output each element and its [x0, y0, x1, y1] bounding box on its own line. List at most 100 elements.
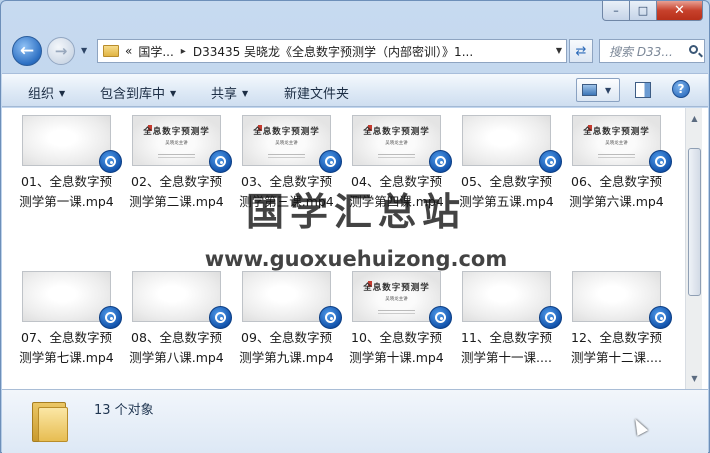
folder-icon [32, 398, 68, 442]
file-item[interactable]: 全息数字预测学 吴晓龙主讲 06、全息数字预 测学第六课.mp4 [564, 108, 672, 223]
close-button[interactable]: ✕ [657, 1, 703, 21]
video-thumbnail: 全息数字预测学 吴晓龙主讲 [242, 115, 331, 166]
file-item[interactable]: 08、全息数字预 测学第八课.mp4 [124, 264, 232, 379]
view-icon [582, 84, 597, 96]
share-menu[interactable]: 共享 ▼ [211, 83, 248, 102]
breadcrumb-current-folder[interactable]: D33435 吴晓龙《全息数字预测学（内部密训）》1... [193, 43, 473, 60]
help-icon[interactable]: ? [672, 80, 690, 98]
file-item[interactable]: 全息数字预测学吴晓龙主讲 10、全息数字预 测学第十课.mp4 [344, 264, 452, 379]
file-name: 04、全息数字预 测学第四课.mp4 [344, 172, 449, 212]
video-thumbnail [462, 271, 551, 322]
organize-label: 组织 [28, 87, 55, 102]
file-item[interactable]: 12、全息数字预 测学第十二课.... [564, 264, 672, 379]
slide-title: 全息数字预测学 [253, 127, 320, 137]
file-item[interactable]: 全息数字预测学 吴晓龙主讲 03、全息数字预 测学第三课.mp4 [234, 108, 342, 223]
video-player-icon [649, 150, 672, 173]
share-label: 共享 [211, 87, 238, 102]
video-thumbnail [22, 271, 111, 322]
include-in-library-menu[interactable]: 包含到库中 ▼ [100, 83, 176, 102]
slide-subtitle: 吴晓龙主讲 [385, 141, 408, 146]
file-item[interactable]: 09、全息数字预 测学第九课.mp4 [234, 264, 342, 379]
refresh-icon: ⇄ [575, 43, 587, 59]
video-thumbnail [572, 271, 661, 322]
address-dropdown-icon[interactable]: ▼ [556, 46, 562, 55]
video-player-icon [99, 150, 122, 173]
slide-subtitle: 吴晓龙主讲 [385, 297, 408, 302]
chevron-down-icon: ▼ [242, 89, 249, 98]
chevron-down-icon: ▼ [59, 89, 66, 98]
new-folder-button[interactable]: 新建文件夹 [284, 83, 349, 102]
refresh-button[interactable]: ⇄ [569, 39, 593, 63]
organize-menu[interactable]: 组织 ▼ [28, 83, 65, 102]
file-name-line2: 测学第一课.mp4 [19, 194, 114, 209]
scroll-up-icon[interactable]: ▲ [686, 110, 703, 127]
file-name-line1: 11、全息数字预 [461, 330, 552, 345]
file-name: 01、全息数字预 测学第一课.mp4 [14, 172, 119, 212]
video-player-icon [319, 150, 342, 173]
scrollbar-thumb[interactable] [688, 148, 701, 296]
search-placeholder: 搜索 D33... [609, 44, 673, 59]
breadcrumb-root[interactable]: 国学... [138, 43, 173, 60]
file-name-line1: 10、全息数字预 [351, 330, 442, 345]
change-view-button[interactable]: ▼ [576, 78, 620, 102]
caption-buttons: – □ ✕ [602, 1, 703, 21]
file-name: 12、全息数字预 测学第十二课.... [564, 328, 669, 368]
breadcrumb-separator-icon[interactable]: ▸ [181, 46, 186, 57]
file-name: 09、全息数字预 测学第九课.mp4 [234, 328, 339, 368]
preview-pane-icon[interactable] [635, 82, 651, 98]
forward-button[interactable]: → [47, 37, 75, 65]
slide-text-lines [158, 154, 195, 158]
file-name-line2: 测学第十二课.... [571, 350, 662, 365]
navigation-bar: ← → ▼ « 国学... ▸ D33435 吴晓龙《全息数字预测学（内部密训）… [1, 33, 709, 69]
slide-title: 全息数字预测学 [363, 283, 430, 293]
search-input[interactable]: 搜索 D33... [599, 39, 705, 63]
file-item[interactable]: 全息数字预测学 吴晓龙主讲 02、全息数字预 测学第二课.mp4 [124, 108, 232, 223]
include-library-label: 包含到库中 [100, 87, 166, 102]
file-name-line1: 04、全息数字预 [351, 174, 442, 189]
video-thumbnail [242, 271, 331, 322]
chevron-down-icon: ▼ [170, 89, 177, 98]
file-name-line1: 05、全息数字预 [461, 174, 552, 189]
video-player-icon [209, 306, 232, 329]
file-name: 11、全息数字预 测学第十一课.... [454, 328, 559, 368]
slide-text-lines [598, 154, 635, 158]
file-name-line1: 09、全息数字预 [241, 330, 332, 345]
search-icon[interactable] [689, 45, 698, 54]
back-button[interactable]: ← [12, 36, 42, 66]
minimize-button[interactable]: – [602, 1, 630, 21]
file-name: 07、全息数字预 测学第七课.mp4 [14, 328, 119, 368]
file-name-line2: 测学第三课.mp4 [239, 194, 334, 209]
file-name: 08、全息数字预 测学第八课.mp4 [124, 328, 229, 368]
file-name-line2: 测学第十一课.... [461, 350, 552, 365]
video-player-icon [99, 306, 122, 329]
video-player-icon [209, 150, 232, 173]
video-player-icon [539, 306, 562, 329]
address-overflow-chevron[interactable]: « [125, 44, 132, 58]
recent-pages-dropdown-icon[interactable]: ▼ [81, 46, 87, 55]
details-pane: 13 个对象 [2, 389, 708, 453]
file-item[interactable]: 07、全息数字预 测学第七课.mp4 [14, 264, 122, 379]
video-player-icon [539, 150, 562, 173]
file-name-line1: 07、全息数字预 [21, 330, 112, 345]
file-name-line1: 08、全息数字预 [131, 330, 222, 345]
file-name: 06、全息数字预 测学第六课.mp4 [564, 172, 669, 212]
address-bar[interactable]: « 国学... ▸ D33435 吴晓龙《全息数字预测学（内部密训）》1... … [97, 39, 567, 63]
slide-subtitle: 吴晓龙主讲 [165, 141, 188, 146]
file-item[interactable]: 全息数字预测学 吴晓龙主讲 04、全息数字预 测学第四课.mp4 [344, 108, 452, 223]
file-item[interactable]: 11、全息数字预 测学第十一课.... [454, 264, 562, 379]
file-name-line2: 测学第十课.mp4 [349, 350, 444, 365]
explorer-window: – □ ✕ ← → ▼ « 国学... ▸ D33435 吴晓龙《全息数字预测学… [0, 0, 710, 453]
command-bar: 组织 ▼ 包含到库中 ▼ 共享 ▼ 新建文件夹 ▼ ? [2, 73, 708, 107]
video-player-icon [429, 150, 452, 173]
file-name-line2: 测学第八课.mp4 [129, 350, 224, 365]
file-name-line1: 12、全息数字预 [571, 330, 662, 345]
file-name: 10、全息数字预 测学第十课.mp4 [344, 328, 449, 368]
video-player-icon [649, 306, 672, 329]
vertical-scrollbar[interactable]: ▲ ▼ [685, 108, 702, 389]
file-item[interactable]: 05、全息数字预 测学第五课.mp4 [454, 108, 562, 223]
scroll-down-icon[interactable]: ▼ [686, 370, 703, 387]
file-name-line2: 测学第六课.mp4 [569, 194, 664, 209]
file-item[interactable]: 01、全息数字预 测学第一课.mp4 [14, 108, 122, 223]
maximize-button[interactable]: □ [630, 1, 657, 21]
file-name-line2: 测学第九课.mp4 [239, 350, 334, 365]
